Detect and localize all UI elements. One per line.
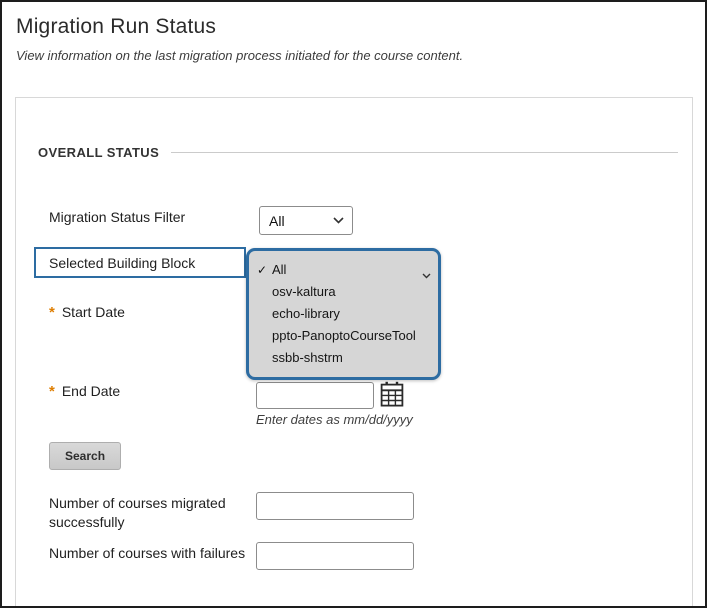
failures-input[interactable]: [256, 542, 414, 570]
dropdown-option-ppto-panopto[interactable]: ppto-PanoptoCourseTool: [249, 325, 438, 347]
dropdown-option-label: echo-library: [272, 306, 340, 321]
dropdown-option-label: osv-kaltura: [272, 284, 336, 299]
dropdown-option-label: All: [272, 262, 286, 277]
chevron-down-icon: [422, 273, 431, 279]
checkmark-icon: ✓: [257, 259, 267, 281]
dropdown-option-ssbb-shstrm[interactable]: ssbb-shstrm: [249, 347, 438, 369]
chevron-down-icon: [333, 217, 344, 224]
required-icon: *: [49, 383, 55, 400]
search-button[interactable]: Search: [49, 442, 121, 470]
migrated-successfully-label: Number of courses migrated successfully: [49, 494, 257, 532]
start-date-row: * Start Date: [49, 304, 125, 321]
calendar-button[interactable]: [378, 379, 406, 409]
page-subtitle: View information on the last migration p…: [16, 48, 685, 63]
page-header: Migration Run Status View information on…: [16, 15, 685, 63]
section-header: OVERALL STATUS: [38, 145, 678, 160]
end-date-label: End Date: [62, 383, 120, 399]
date-format-hint: Enter dates as mm/dd/yyyy: [256, 412, 413, 427]
section-divider: [171, 152, 678, 153]
end-date-row: * End Date: [49, 383, 120, 400]
building-block-dropdown-list: ✓ All osv-kaltura echo-library ppto-Pano…: [246, 248, 441, 380]
dropdown-option-label: ssbb-shstrm: [272, 350, 343, 365]
overall-status-panel: OVERALL STATUS Migration Status Filter A…: [15, 97, 693, 608]
migration-status-filter-value: All: [269, 213, 285, 229]
migrated-successfully-input[interactable]: [256, 492, 414, 520]
dropdown-option-echo-library[interactable]: echo-library: [249, 303, 438, 325]
required-icon: *: [49, 304, 55, 321]
end-date-input[interactable]: [256, 382, 374, 409]
selected-building-block-label[interactable]: Selected Building Block: [34, 247, 246, 278]
migration-status-filter-select[interactable]: All: [259, 206, 353, 235]
page-title: Migration Run Status: [16, 15, 685, 39]
calendar-icon: [380, 395, 404, 410]
migration-run-status-page: Migration Run Status View information on…: [0, 0, 707, 608]
section-title: OVERALL STATUS: [38, 145, 159, 160]
dropdown-option-osv-kaltura[interactable]: osv-kaltura: [249, 281, 438, 303]
selected-building-block-label-text: Selected Building Block: [49, 255, 195, 271]
dropdown-option-all[interactable]: ✓ All: [249, 259, 438, 281]
dropdown-option-label: ppto-PanoptoCourseTool: [272, 328, 416, 343]
failures-label: Number of courses with failures: [49, 545, 245, 561]
start-date-label: Start Date: [62, 304, 125, 320]
migration-status-filter-label: Migration Status Filter: [49, 209, 185, 225]
